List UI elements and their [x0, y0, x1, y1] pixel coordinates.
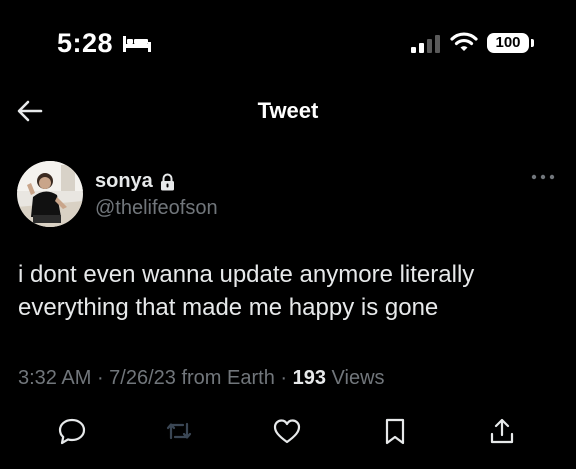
user-name-row[interactable]: sonya — [95, 170, 175, 193]
retweet-icon — [166, 422, 192, 440]
tweet-source: from Earth — [181, 367, 275, 389]
battery-level: 100 — [487, 33, 529, 53]
action-bar — [0, 412, 576, 452]
display-name[interactable]: sonya — [95, 170, 153, 193]
heart-icon[interactable] — [272, 416, 302, 446]
tweet-text: i dont even wanna update anymore literal… — [18, 261, 475, 321]
lock-icon — [160, 173, 174, 190]
battery-icon: 100 — [487, 33, 535, 55]
tweet-date[interactable]: 7/26/23 — [109, 367, 176, 389]
page-title: Tweet — [257, 98, 319, 123]
meta-separator: · — [274, 367, 293, 389]
views-count[interactable]: 193 — [293, 367, 326, 389]
avatar[interactable] — [17, 161, 83, 227]
status-bar: 5:28 100 — [0, 0, 576, 90]
more-options-icon[interactable] — [530, 172, 556, 182]
share-icon[interactable] — [487, 416, 517, 446]
views-label[interactable]: Views — [332, 367, 385, 389]
user-handle[interactable]: @thelifeofson — [95, 197, 218, 220]
signal-icon — [411, 35, 440, 53]
meta-separator: · — [91, 367, 110, 389]
status-time: 5:28 — [57, 28, 114, 58]
tweet-meta: 3:32 AM · 7/26/23 from Earth · 193 Views — [18, 367, 385, 390]
battery-tip — [531, 39, 534, 47]
header: Tweet — [0, 80, 576, 142]
reply-icon[interactable] — [57, 416, 87, 446]
bed-icon — [123, 36, 151, 52]
tweet: sonya @thelifeofson i dont even wanna up… — [0, 142, 576, 469]
bookmark-icon[interactable] — [380, 416, 410, 446]
wifi-icon — [450, 32, 478, 51]
tweet-time[interactable]: 3:32 AM — [18, 367, 91, 389]
